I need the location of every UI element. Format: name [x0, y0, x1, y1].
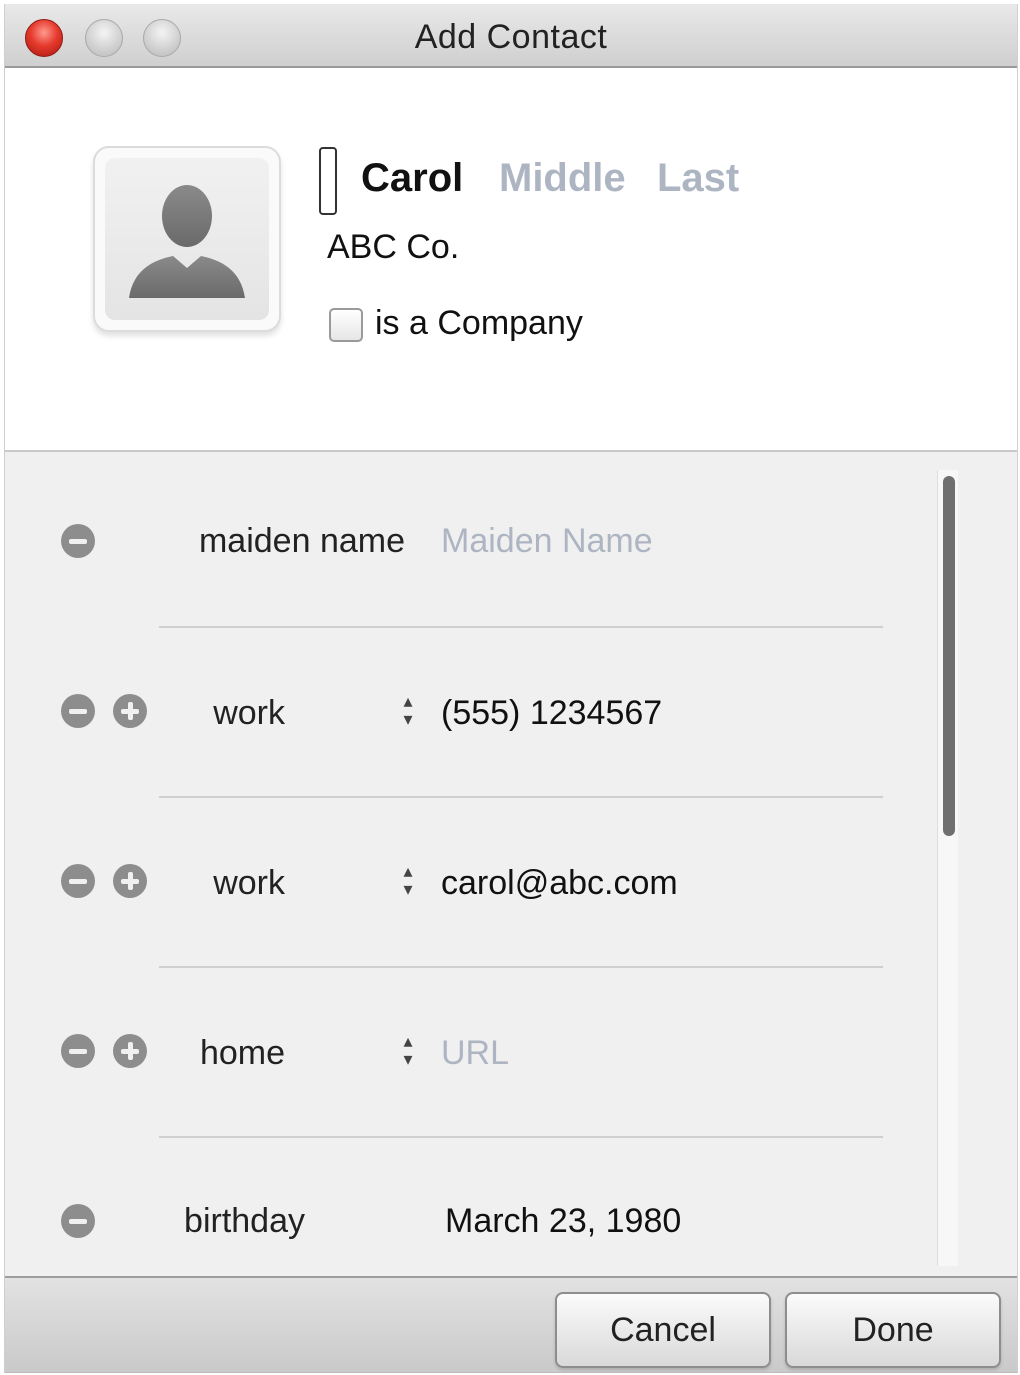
- add-field-button[interactable]: [113, 1034, 147, 1068]
- done-button[interactable]: Done: [785, 1292, 1001, 1368]
- contact-fields-list: maiden name Maiden Name work ▴ ▾ (555) 12…: [5, 450, 1017, 1278]
- label-stepper-icon[interactable]: ▴ ▾: [399, 862, 417, 902]
- remove-field-button[interactable]: [61, 1204, 95, 1238]
- plus-icon-vertical: [128, 702, 133, 720]
- row-separator: [159, 966, 883, 968]
- remove-field-button[interactable]: [61, 694, 95, 728]
- field-row-maiden-name: maiden name Maiden Name: [5, 470, 925, 620]
- scrollbar-thumb[interactable]: [943, 476, 955, 836]
- minus-icon: [69, 1049, 87, 1054]
- remove-field-button[interactable]: [61, 1034, 95, 1068]
- text-cursor-field[interactable]: [319, 147, 337, 215]
- window-title: Add Contact: [414, 18, 608, 56]
- label-stepper-icon[interactable]: ▴ ▾: [399, 692, 417, 732]
- field-row-home-url: home ▴ ▾ URL: [5, 980, 925, 1130]
- minus-icon: [69, 1219, 87, 1224]
- row-separator: [159, 626, 883, 628]
- minus-icon: [69, 879, 87, 884]
- field-label: birthday: [184, 1202, 305, 1240]
- cancel-button[interactable]: Cancel: [555, 1292, 771, 1368]
- last-name-field[interactable]: Last: [657, 156, 739, 201]
- is-company-label: is a Company: [375, 304, 583, 342]
- row-separator: [159, 796, 883, 798]
- field-label-select[interactable]: home: [200, 1034, 285, 1073]
- field-value-input[interactable]: March 23, 1980: [445, 1202, 681, 1241]
- add-field-button[interactable]: [113, 694, 147, 728]
- person-silhouette-icon: [105, 158, 269, 320]
- field-value-input[interactable]: carol@abc.com: [441, 864, 678, 903]
- field-label-select[interactable]: work: [213, 694, 285, 733]
- first-name-field[interactable]: Carol: [361, 156, 463, 201]
- add-field-button[interactable]: [113, 864, 147, 898]
- dialog-footer: Cancel Done: [5, 1276, 1017, 1372]
- label-stepper-icon[interactable]: ▴ ▾: [399, 1032, 417, 1072]
- field-row-work-email: work ▴ ▾ carol@abc.com: [5, 810, 925, 960]
- add-contact-window: Add Contact Carol Middle Last ABC Co. is…: [4, 4, 1018, 1373]
- row-separator: [159, 1136, 883, 1138]
- minus-icon: [69, 539, 87, 544]
- contact-photo-well[interactable]: [93, 146, 281, 332]
- field-value-input[interactable]: (555) 1234567: [441, 694, 662, 733]
- field-value-input[interactable]: URL: [441, 1034, 509, 1073]
- field-value-input[interactable]: Maiden Name: [441, 522, 653, 561]
- plus-icon-vertical: [128, 872, 133, 890]
- company-field[interactable]: ABC Co.: [327, 228, 459, 267]
- plus-icon-vertical: [128, 1042, 133, 1060]
- minus-icon: [69, 709, 87, 714]
- is-company-checkbox[interactable]: [329, 308, 363, 342]
- middle-name-field[interactable]: Middle: [499, 156, 626, 201]
- title-bar: Add Contact: [5, 4, 1017, 68]
- field-label: maiden name: [198, 522, 405, 560]
- field-label-select[interactable]: work: [213, 864, 285, 903]
- remove-field-button[interactable]: [61, 524, 95, 558]
- remove-field-button[interactable]: [61, 864, 95, 898]
- field-row-work-phone: work ▴ ▾ (555) 1234567: [5, 640, 925, 790]
- vertical-scrollbar[interactable]: [937, 470, 958, 1266]
